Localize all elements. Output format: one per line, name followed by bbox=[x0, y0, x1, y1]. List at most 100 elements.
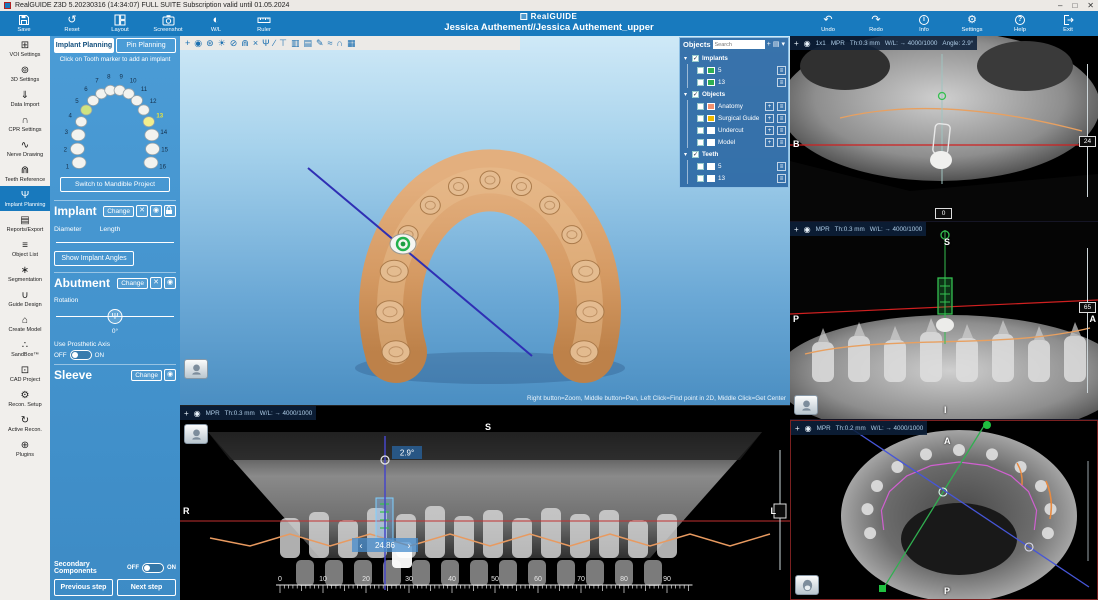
group-visibility-checkbox[interactable]: ✓ bbox=[692, 90, 699, 98]
undo-button[interactable]: ↶ Undo bbox=[804, 11, 852, 36]
previous-step-button[interactable]: Previous step bbox=[54, 579, 113, 596]
sidebar-item-plugins[interactable]: ⊕ Plugins bbox=[0, 436, 50, 461]
objects-search-input[interactable] bbox=[712, 40, 765, 49]
objects-group-teeth[interactable]: ▾ ✓ Teeth bbox=[684, 148, 786, 160]
close-button[interactable]: ✕ bbox=[1087, 0, 1094, 11]
expand-icon[interactable]: ▾ bbox=[684, 151, 689, 158]
next-step-button[interactable]: Next step bbox=[117, 579, 176, 596]
move-view-icon[interactable]: + bbox=[794, 39, 799, 48]
brush-tool-icon[interactable]: ≈ bbox=[328, 36, 333, 50]
object-menu-icon[interactable]: ≡ bbox=[777, 113, 786, 123]
abutment-delete-icon[interactable]: ✕ bbox=[150, 277, 162, 289]
save-button[interactable]: Save bbox=[0, 11, 48, 36]
collapse-panel-icon[interactable]: ▾ bbox=[781, 40, 785, 49]
wl-button[interactable]: ◐ W/L bbox=[192, 11, 240, 36]
implant-lock-icon[interactable] bbox=[164, 205, 176, 217]
move-panel-icon[interactable]: + bbox=[767, 40, 771, 49]
slice-slider[interactable] bbox=[1087, 64, 1088, 197]
layout-two-icon[interactable]: ▤ bbox=[304, 36, 313, 50]
bottom-slider-handle[interactable]: 0 bbox=[935, 208, 952, 219]
rotation-slider[interactable]: Ψ bbox=[54, 306, 176, 328]
implant-tool-icon[interactable]: Ψ bbox=[262, 36, 270, 50]
show-implant-angles-button[interactable]: Show Implant Angles bbox=[54, 251, 134, 266]
sidebar-item-object-list[interactable]: ≡ Object List bbox=[0, 236, 50, 261]
secondary-components-toggle[interactable] bbox=[142, 563, 164, 573]
visibility-checkbox[interactable] bbox=[697, 126, 704, 134]
delete-icon[interactable]: × bbox=[253, 36, 258, 50]
snapshot-view-icon[interactable]: ◉ bbox=[804, 225, 811, 234]
slice-slider-handle[interactable]: 24 bbox=[1079, 136, 1096, 147]
sidebar-item-reports-export[interactable]: ▤ Reports/Export bbox=[0, 211, 50, 236]
expand-icon[interactable]: ▾ bbox=[684, 55, 689, 62]
screenshot-button[interactable]: Screenshot bbox=[144, 11, 192, 36]
prosthetic-axis-toggle[interactable] bbox=[69, 350, 92, 360]
tab-pin-planning[interactable]: Pin Planning bbox=[116, 38, 176, 53]
visibility-checkbox[interactable] bbox=[697, 114, 704, 122]
switch-to-mandible-button[interactable]: Switch to Mandible Project bbox=[60, 177, 170, 192]
list-view-icon[interactable]: ▤ bbox=[773, 40, 780, 49]
tooth-marker-4[interactable] bbox=[75, 116, 88, 128]
implant-delete-icon[interactable]: ✕ bbox=[136, 205, 148, 217]
screenshot-icon[interactable]: ◉ bbox=[194, 36, 202, 50]
sidebar-item-guide-design[interactable]: ∪ Guide Design bbox=[0, 286, 50, 311]
slice-slider[interactable] bbox=[1087, 248, 1088, 393]
pan-icon[interactable]: + bbox=[185, 36, 190, 50]
sidebar-item-nerve-drawing[interactable]: ∿ Nerve Drawing bbox=[0, 136, 50, 161]
pen-tool-icon[interactable]: ✎ bbox=[316, 36, 324, 50]
object-menu-icon[interactable]: ≡ bbox=[777, 65, 786, 75]
snapshot-view-icon[interactable]: ◉ bbox=[804, 39, 811, 48]
sidebar-item-implant-planning[interactable]: Ψ Implant Planning bbox=[0, 186, 50, 211]
object-menu-icon[interactable]: ≡ bbox=[777, 137, 786, 147]
view-axial[interactable]: + ◉ MPR Th:0.2 mm W/L: → 4000/1000 A P bbox=[790, 420, 1098, 600]
move-view-icon[interactable]: + bbox=[794, 225, 799, 234]
ruler-button[interactable]: Ruler bbox=[240, 11, 288, 36]
sidebar-item-3d-settings[interactable]: ⊚ 3D Settings bbox=[0, 61, 50, 86]
group-visibility-checkbox[interactable]: ✓ bbox=[692, 54, 699, 62]
sidebar-item-create-model[interactable]: ⌂ Create Model bbox=[0, 311, 50, 336]
info-button[interactable]: i Info bbox=[900, 11, 948, 36]
help-button[interactable]: ? Help bbox=[996, 11, 1044, 36]
redo-button[interactable]: ↷ Redo bbox=[852, 11, 900, 36]
settings-button[interactable]: ⚙ Settings bbox=[948, 11, 996, 36]
layout-button[interactable]: Layout bbox=[96, 11, 144, 36]
measure-tool-icon[interactable]: ⊤ bbox=[279, 36, 287, 50]
visibility-checkbox[interactable] bbox=[697, 78, 704, 86]
objects-item-teeth-5[interactable]: 5 ≡ bbox=[687, 160, 786, 172]
objects-item-objects-model[interactable]: Model + ≡ bbox=[687, 136, 786, 148]
move-object-icon[interactable]: + bbox=[765, 125, 774, 135]
objects-item-implants-13[interactable]: 13 ≡ bbox=[687, 76, 786, 88]
object-menu-icon[interactable]: ≡ bbox=[777, 161, 786, 171]
volume-render-icon[interactable]: ⊛ bbox=[206, 36, 214, 50]
snapshot-view-icon[interactable]: ◉ bbox=[805, 424, 812, 433]
move-view-icon[interactable]: + bbox=[184, 409, 189, 418]
position-prev-arrow[interactable]: ‹ bbox=[360, 541, 363, 551]
visibility-checkbox[interactable] bbox=[697, 174, 704, 182]
objects-item-objects-anatomy[interactable]: Anatomy + ≡ bbox=[687, 100, 786, 112]
light-icon[interactable]: ☀ bbox=[218, 36, 226, 50]
tooth-icon[interactable]: ⋒ bbox=[241, 36, 249, 50]
visibility-checkbox[interactable] bbox=[697, 162, 704, 170]
tooth-marker-5[interactable] bbox=[80, 104, 93, 116]
tooth-marker-16[interactable] bbox=[143, 156, 159, 169]
object-menu-icon[interactable]: ≡ bbox=[777, 125, 786, 135]
orientation-head-icon[interactable] bbox=[794, 395, 818, 415]
expand-icon[interactable]: ▾ bbox=[684, 91, 689, 98]
orientation-head-icon[interactable] bbox=[184, 359, 208, 379]
implant-visibility-icon[interactable]: ◉ bbox=[150, 205, 162, 217]
grid-icon[interactable]: ▦ bbox=[347, 36, 356, 50]
sidebar-item-voi-settings[interactable]: ⊞ VOI Settings bbox=[0, 36, 50, 61]
orientation-head-icon[interactable] bbox=[795, 575, 819, 595]
sidebar-item-segmentation[interactable]: ∗ Segmentation bbox=[0, 261, 50, 286]
tab-implant-planning[interactable]: Implant Planning bbox=[54, 38, 114, 53]
tooth-marker-11[interactable] bbox=[130, 95, 143, 106]
view-parallel-section[interactable]: + ◉ MPR Th:0.3 mm W/L: → 4000/1000 S P A… bbox=[790, 222, 1098, 420]
objects-group-implants[interactable]: ▾ ✓ Implants bbox=[684, 52, 786, 64]
clip-icon[interactable]: ⊘ bbox=[230, 36, 238, 50]
reset-button[interactable]: ↺ Reset bbox=[48, 11, 96, 36]
tooth-marker-15[interactable] bbox=[145, 142, 160, 156]
slice-slider-handle[interactable]: 65 bbox=[1079, 302, 1096, 313]
abutment-change-button[interactable]: Change bbox=[117, 277, 148, 289]
objects-group-objects[interactable]: ▾ ✓ Objects bbox=[684, 88, 786, 100]
sidebar-item-sandbox[interactable]: ∴ SandBox™ bbox=[0, 336, 50, 361]
exit-button[interactable]: Exit bbox=[1044, 11, 1092, 36]
